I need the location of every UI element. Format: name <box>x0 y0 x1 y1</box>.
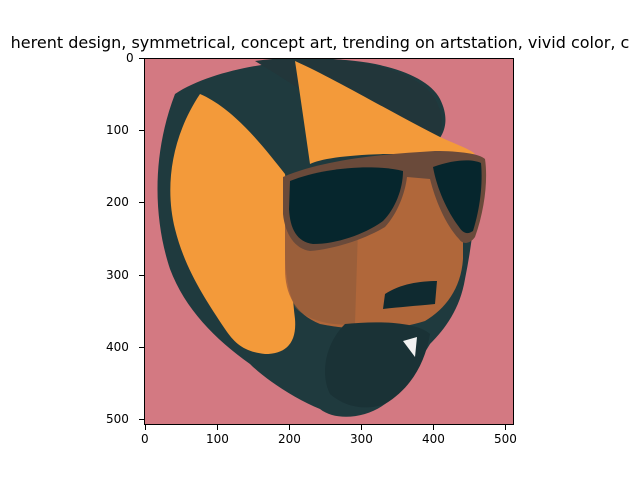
y-tick-mark <box>139 202 144 203</box>
y-tick-mark <box>139 130 144 131</box>
y-tick-mark <box>139 347 144 348</box>
x-tick-mark <box>433 425 434 430</box>
x-tick-mark <box>289 425 290 430</box>
y-tick-label: 400 <box>106 340 129 354</box>
x-tick-label: 100 <box>206 432 229 446</box>
x-tick-label: 500 <box>494 432 517 446</box>
x-tick-label: 300 <box>350 432 373 446</box>
y-tick-mark <box>139 275 144 276</box>
stylized-face-image <box>157 59 487 417</box>
y-tick-label: 0 <box>126 51 134 65</box>
x-tick-label: 200 <box>278 432 301 446</box>
figure: herent design, symmetrical, concept art,… <box>0 0 640 480</box>
y-tick-mark <box>139 419 144 420</box>
x-tick-label: 400 <box>422 432 445 446</box>
chin <box>325 322 430 408</box>
x-tick-mark <box>217 425 218 430</box>
y-tick-label: 500 <box>106 412 129 426</box>
x-tick-mark <box>361 425 362 430</box>
x-tick-mark <box>145 425 146 430</box>
x-tick-label: 0 <box>141 432 149 446</box>
y-tick-mark <box>139 58 144 59</box>
y-tick-label: 200 <box>106 195 129 209</box>
figure-title: herent design, symmetrical, concept art,… <box>10 33 630 52</box>
image-axes <box>144 58 514 425</box>
x-tick-mark <box>505 425 506 430</box>
y-tick-label: 100 <box>106 123 129 137</box>
y-tick-label: 300 <box>106 268 129 282</box>
